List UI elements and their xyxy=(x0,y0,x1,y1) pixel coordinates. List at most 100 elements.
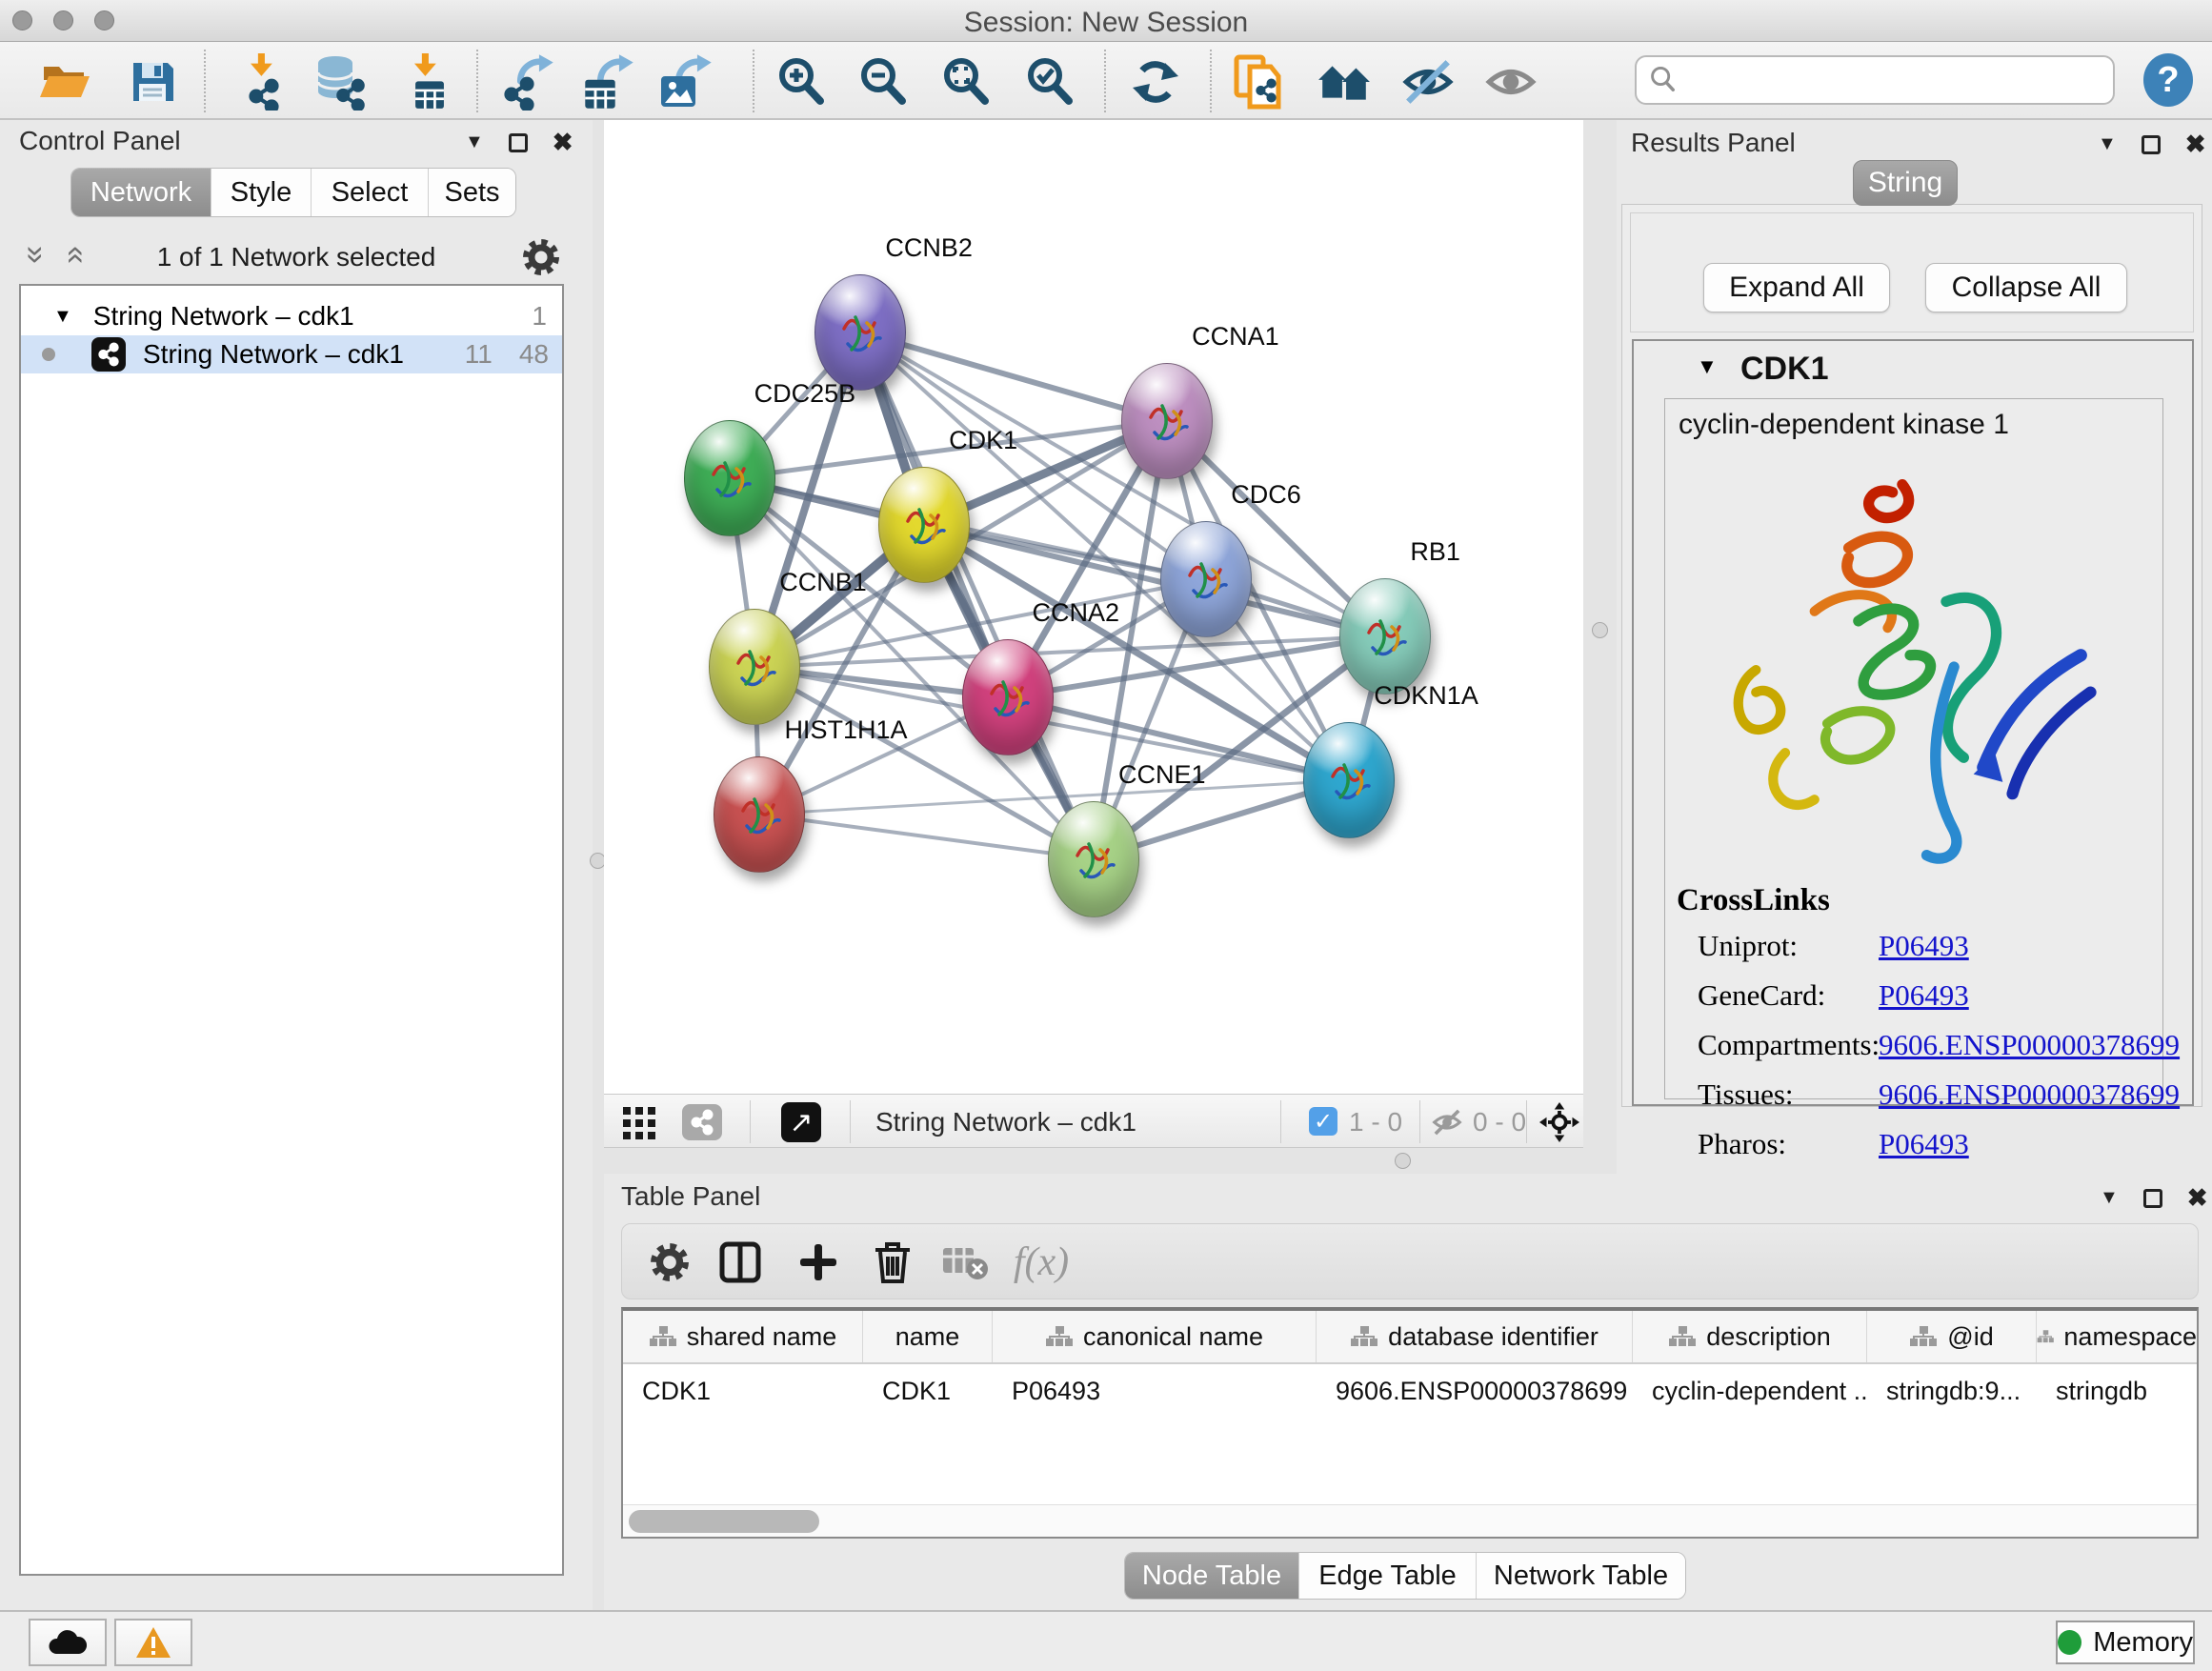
open-in-window-icon[interactable]: ↗ xyxy=(781,1102,821,1142)
export-image-button[interactable] xyxy=(655,53,716,111)
hidden-eye-slash-icon[interactable] xyxy=(1431,1106,1463,1138)
scrollbar-thumb[interactable] xyxy=(629,1510,819,1533)
horizontal-splitter[interactable] xyxy=(604,1148,1583,1174)
apply-preferred-layout-button[interactable] xyxy=(1125,53,1186,111)
gene-entry-header[interactable]: ▼ CDK1 xyxy=(1634,341,2192,394)
cell-shared-name[interactable]: CDK1 xyxy=(623,1364,863,1418)
zoom-fit-button[interactable] xyxy=(935,53,996,111)
float-panel-icon[interactable]: ▼ xyxy=(2100,1187,2119,1209)
export-table-button[interactable] xyxy=(577,53,638,111)
network-options-gear-icon[interactable] xyxy=(522,238,560,276)
column-header-shared-name[interactable]: shared name xyxy=(623,1311,863,1362)
network-node-cdc6[interactable] xyxy=(1160,521,1252,637)
import-network-from-file-button[interactable] xyxy=(231,53,292,111)
horizontal-scrollbar[interactable] xyxy=(623,1504,2197,1537)
float-panel-icon[interactable]: ▼ xyxy=(2098,133,2117,155)
crosslink-link[interactable]: 9606.ENSP00000378699 xyxy=(1879,1077,2180,1112)
import-table-from-file-button[interactable] xyxy=(394,53,455,111)
column-header-name[interactable]: name xyxy=(863,1311,993,1362)
create-column-plus-icon[interactable] xyxy=(792,1238,845,1287)
vertical-splitter-right[interactable] xyxy=(1583,120,1617,1174)
tab-sets[interactable]: Sets xyxy=(429,169,515,216)
export-network-button[interactable] xyxy=(497,53,558,111)
function-builder-icon[interactable]: f(x) xyxy=(1015,1238,1068,1287)
network-node-ccnb2[interactable] xyxy=(814,274,906,391)
string-panel-toggle-icon[interactable] xyxy=(682,1104,722,1140)
zoom-selected-button[interactable] xyxy=(1019,53,1080,111)
collapse-triangle-icon[interactable]: ▼ xyxy=(53,306,72,328)
import-network-from-database-button[interactable] xyxy=(309,53,370,111)
crosslink-link[interactable]: P06493 xyxy=(1879,929,1969,963)
cell-description[interactable]: cyclin-dependent ... xyxy=(1633,1364,1867,1418)
hide-selected-button[interactable] xyxy=(1398,53,1458,111)
table-options-gear-icon[interactable] xyxy=(643,1238,696,1287)
network-node-ccna1[interactable] xyxy=(1121,363,1213,479)
close-panel-icon[interactable]: ✖ xyxy=(2187,1183,2208,1213)
crosslink-link[interactable]: 9606.ENSP00000378699 xyxy=(1879,1028,2180,1062)
zoom-in-button[interactable] xyxy=(771,53,832,111)
search-input[interactable] xyxy=(1679,66,2088,95)
network-view-canvas[interactable]: CCNB2CCNA1CDC25BCDK1CDC6RB1CCNB1CCNA2CDK… xyxy=(604,120,1583,1094)
close-panel-icon[interactable]: ✖ xyxy=(2185,130,2206,159)
tab-string[interactable]: String xyxy=(1853,160,1958,206)
splitter-handle[interactable] xyxy=(1592,622,1608,638)
crosslink-link[interactable]: P06493 xyxy=(1879,978,1969,1013)
network-collection-row[interactable]: ▼ String Network – cdk1 1 xyxy=(21,297,562,335)
tab-style[interactable]: Style xyxy=(211,169,312,216)
fit-content-crosshair-icon[interactable] xyxy=(1539,1102,1579,1142)
cell-canonical-name[interactable]: P06493 xyxy=(993,1364,1317,1418)
network-node-ccna2[interactable] xyxy=(962,639,1054,755)
expand-all-button[interactable]: Expand All xyxy=(1703,263,1890,312)
help-button[interactable]: ? xyxy=(2143,53,2193,107)
network-node-ccnb1[interactable] xyxy=(709,609,800,725)
network-edge[interactable] xyxy=(860,332,1094,859)
column-header-description[interactable]: description xyxy=(1633,1311,1867,1362)
network-node-hist1h1a[interactable] xyxy=(714,756,805,873)
save-session-button[interactable] xyxy=(122,53,183,111)
splitter-handle[interactable] xyxy=(1395,1153,1411,1169)
show-columns-icon[interactable] xyxy=(714,1238,767,1287)
tab-edge-table[interactable]: Edge Table xyxy=(1299,1553,1477,1599)
table-row[interactable]: CDK1 CDK1 P06493 9606.ENSP00000378699 cy… xyxy=(623,1364,2197,1418)
cell-namespace[interactable]: stringdb xyxy=(2037,1364,2197,1418)
clone-network-button[interactable] xyxy=(1229,53,1290,111)
delete-table-icon[interactable] xyxy=(938,1238,992,1287)
network-node-ccne1[interactable] xyxy=(1048,801,1139,917)
network-edge[interactable] xyxy=(759,815,1094,859)
first-neighbors-button[interactable] xyxy=(1314,53,1375,111)
tab-network-table[interactable]: Network Table xyxy=(1477,1553,1685,1599)
column-header-id[interactable]: @id xyxy=(1867,1311,2037,1362)
network-node-cdc25b[interactable] xyxy=(684,420,775,536)
collapse-triangle-icon[interactable]: ▼ xyxy=(1697,354,1718,379)
column-header-canonical-name[interactable]: canonical name xyxy=(993,1311,1317,1362)
cloud-status-button[interactable] xyxy=(29,1619,107,1666)
selected-checkbox[interactable]: ✓ xyxy=(1309,1107,1337,1136)
maximize-panel-icon[interactable] xyxy=(2143,1189,2162,1208)
column-header-namespace[interactable]: namespace xyxy=(2037,1311,2197,1362)
delete-column-trash-icon[interactable] xyxy=(866,1238,919,1287)
tab-select[interactable]: Select xyxy=(312,169,429,216)
maximize-panel-icon[interactable] xyxy=(2142,135,2161,154)
titlebar: Session: New Session xyxy=(0,0,2212,42)
open-session-button[interactable] xyxy=(34,53,95,111)
tab-node-table[interactable]: Node Table xyxy=(1125,1553,1299,1599)
maximize-panel-icon[interactable] xyxy=(509,133,528,152)
warnings-button[interactable] xyxy=(114,1619,192,1666)
close-panel-icon[interactable]: ✖ xyxy=(553,128,573,157)
cell-name[interactable]: CDK1 xyxy=(863,1364,993,1418)
memory-button[interactable]: Memory xyxy=(2056,1621,2195,1664)
crosslink-link[interactable]: P06493 xyxy=(1879,1127,1969,1161)
birdseye-grid-icon[interactable] xyxy=(623,1107,655,1139)
show-all-button[interactable] xyxy=(1480,53,1541,111)
network-node-cdk1[interactable] xyxy=(878,467,970,583)
tab-network[interactable]: Network xyxy=(71,169,211,216)
network-node-rb1[interactable] xyxy=(1339,578,1431,695)
column-header-database-identifier[interactable]: database identifier xyxy=(1317,1311,1633,1362)
cell-id[interactable]: stringdb:9... xyxy=(1867,1364,2037,1418)
collapse-all-button[interactable]: Collapse All xyxy=(1925,263,2127,312)
cell-database-identifier[interactable]: 9606.ENSP00000378699 xyxy=(1317,1364,1633,1418)
network-row-selected[interactable]: String Network – cdk1 11 48 xyxy=(21,335,562,373)
network-node-cdkn1a[interactable] xyxy=(1303,722,1395,838)
zoom-out-button[interactable] xyxy=(853,53,914,111)
float-panel-icon[interactable]: ▼ xyxy=(465,131,484,153)
